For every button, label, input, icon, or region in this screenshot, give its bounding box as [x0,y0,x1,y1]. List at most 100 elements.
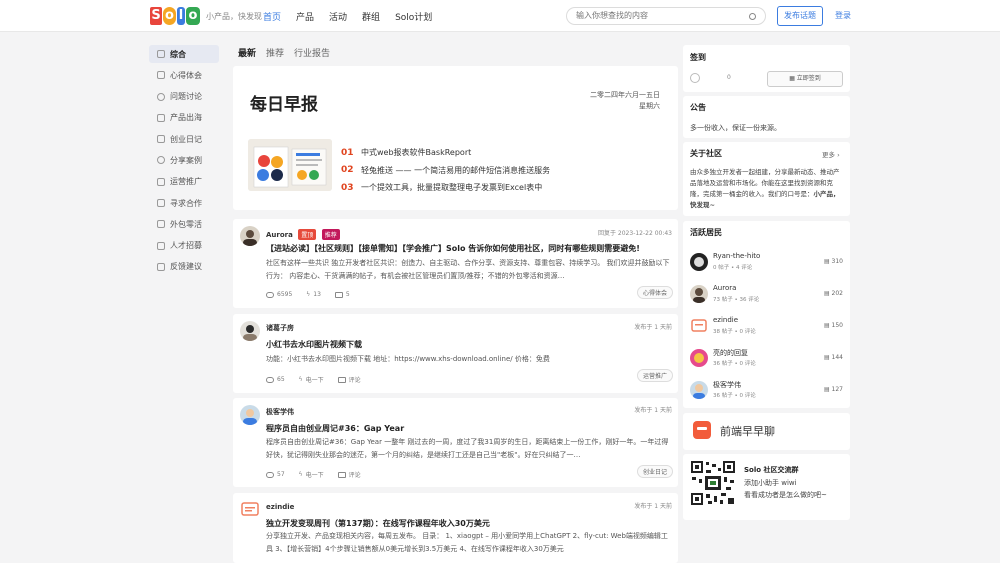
daily-cover-image[interactable] [248,139,332,191]
note-icon [157,71,165,80]
pinned-badge: 置顶 [298,229,317,240]
sidebar-item-cooperation[interactable]: 寻求合作 [149,194,219,212]
news-text: 一个提效工具，批量提取整理电子发票到Excel表中 [361,183,543,193]
tab-industry-report[interactable]: 行业报告 [294,46,330,59]
sidebar-item-diary[interactable]: 创业日记 [149,130,219,148]
member-count: ▤ 144 [824,354,843,361]
sidebar-item-feedback[interactable]: 反馈建议 [149,258,219,276]
member-meta: 36 帖子 • 0 评论 [713,393,756,399]
daily-date: 二零二四年六月一五日 星期六 [560,90,660,112]
nav-groups[interactable]: 群组 [362,10,380,23]
sidebar-item-label: 运营推广 [170,177,202,187]
post-title[interactable]: 小红书去水印图片视频下载 [266,339,362,350]
comments-stat[interactable]: 评论 [337,375,361,384]
post-topic-button[interactable]: 发布话题 [777,6,823,26]
post-title[interactable]: 程序员自由创业周记#36：Gap Year [266,423,404,434]
sidebar-item-label: 创业日记 [170,134,202,144]
eye-icon [266,471,274,478]
member-count-value: 150 [831,322,843,329]
sidebar-item-marketing[interactable]: 运营推广 [149,173,219,191]
daily-news-item[interactable]: 02 轻兔推送 —— 一个简洁易用的邮件短信消息推送服务 [341,162,550,180]
about-title: 关于社区 [690,149,722,158]
avatar [690,285,708,303]
author-name[interactable]: ezindie [266,503,294,511]
comments-stat[interactable]: 5 [334,291,350,298]
avatar [690,381,708,399]
lightning-icon: ϟ [298,376,303,383]
post-excerpt: 程序员自由创业周记#36：Gap Year 一整年 刚过去的一周，度过了我31周… [266,438,669,459]
sidebar-item-general[interactable]: 综合 [149,45,219,63]
views-stat: 6595 [266,291,292,298]
member-row[interactable]: 极客学伟 36 帖子 • 0 评论 ▤ 127 [690,379,843,401]
likes-stat[interactable]: ϟ 13 [306,291,321,298]
sidebar-item-recruiting[interactable]: 人才招募 [149,237,219,255]
post-stats: 6595 ϟ 13 5 [266,291,350,298]
post-excerpt: 社区有这样一些共识 独立开发者社区共识：创造力、自主驱动、合作分享、资源支持、尊… [266,259,670,280]
member-count: ▤ 202 [824,290,843,297]
member-meta: 36 帖子 • 0 评论 [713,361,756,367]
daily-news-item[interactable]: 03 一个提效工具，批量提取整理电子发票到Excel表中 [341,179,550,197]
likes-label: 电一下 [305,377,324,384]
avatar[interactable] [240,226,260,246]
doc-icon: ▤ [823,258,832,265]
member-name: Aurora [713,284,737,292]
signin-count: 0 [727,74,731,81]
member-row[interactable]: 亮的的回复 36 帖子 • 0 评论 ▤ 144 [690,347,843,369]
tab-latest[interactable]: 最新 [238,46,256,59]
login-link[interactable]: 登录 [835,10,851,21]
post-stats: 65 ϟ 电一下 评论 [266,375,361,384]
member-count: ▤ 127 [824,386,843,393]
likes-label: 电一下 [305,472,324,479]
views-count: 6595 [277,291,293,298]
sidebar-item-questions[interactable]: 问题讨论 [149,88,219,106]
about-more-link[interactable]: 更多 › [822,149,840,159]
search-input[interactable] [576,11,746,20]
daily-news-item[interactable]: 01 中式web报表软件BaskReport [341,144,550,162]
member-row[interactable]: Aurora 73 帖子 • 36 评论 ▤ 202 [690,283,843,305]
avatar[interactable] [240,500,260,520]
avatar [690,349,708,367]
signin-button[interactable]: ▦ 立即签到 [767,71,843,87]
search-icon[interactable] [749,13,756,20]
sidebar-item-experience[interactable]: 心得体会 [149,66,219,84]
briefcase-icon [157,220,165,229]
nav-solo-plan[interactable]: Solo计划 [395,10,432,23]
chat-bubble-icon [693,421,711,439]
doc-icon: ▤ [823,386,832,393]
news-text: 中式web报表软件BaskReport [361,148,472,158]
post-title[interactable]: 独立开发变现周刊（第137期）：在线写作课程年收入30万美元 [266,518,490,529]
daily-date-text: 二零二四年六月一五日 [590,91,660,99]
avatar[interactable] [240,321,260,341]
more-label: 更多 [822,151,835,159]
tab-recommended[interactable]: 推荐 [266,46,284,59]
solo-logo[interactable]: S o l o [150,6,200,26]
avatar [690,317,708,335]
sidebar-item-label: 寻求合作 [170,198,202,208]
author-name[interactable]: Aurora [266,231,293,239]
post-title[interactable]: 【进站必读】【社区规则】【接单需知】【学会推广】Solo 告诉你如何使用社区，同… [266,243,640,254]
views-count: 65 [277,376,285,383]
daily-news-list: 01 中式web报表软件BaskReport 02 轻兔推送 —— 一个简洁易用的邮… [341,144,550,197]
main-nav: 首页 产品 活动 群组 Solo计划 [263,10,432,23]
member-row[interactable]: ezindie 38 帖子 • 0 评论 ▤ 150 [690,315,843,337]
chevron-right-icon: › [835,151,840,159]
nav-home[interactable]: 首页 [263,10,281,23]
sidebar-item-outsourcing[interactable]: 外包零活 [149,215,219,233]
sidebar-item-cases[interactable]: 分享案例 [149,151,219,169]
post-category-tag[interactable]: 创业日记 [637,465,674,478]
nav-products[interactable]: 产品 [296,10,314,23]
post-category-tag[interactable]: 运营推广 [637,369,674,382]
sidebar-item-overseas[interactable]: 产品出海 [149,109,219,127]
comments-stat[interactable]: 评论 [337,470,361,479]
avatar[interactable] [240,405,260,425]
likes-stat[interactable]: ϟ 电一下 [299,470,324,479]
member-row[interactable]: Ryan-the-hito 0 帖子 • 4 评论 ▤ 310 [690,251,843,273]
post-author: Aurora 置顶 推荐 [266,229,340,240]
comments-count: 5 [345,291,350,298]
post-category-tag[interactable]: 心得体会 [637,286,674,299]
nav-events[interactable]: 活动 [329,10,347,23]
likes-stat[interactable]: ϟ 电一下 [299,375,324,384]
author-name[interactable]: 极客学伟 [266,408,294,416]
author-name[interactable]: 诸葛子房 [266,324,294,332]
member-name: ezindie [713,316,739,324]
